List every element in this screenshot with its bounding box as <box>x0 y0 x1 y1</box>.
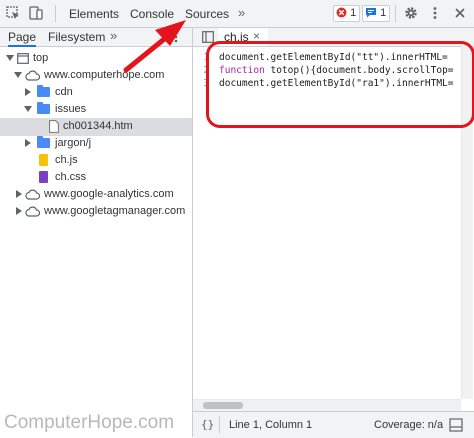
red-arrow-annotation <box>123 20 186 73</box>
